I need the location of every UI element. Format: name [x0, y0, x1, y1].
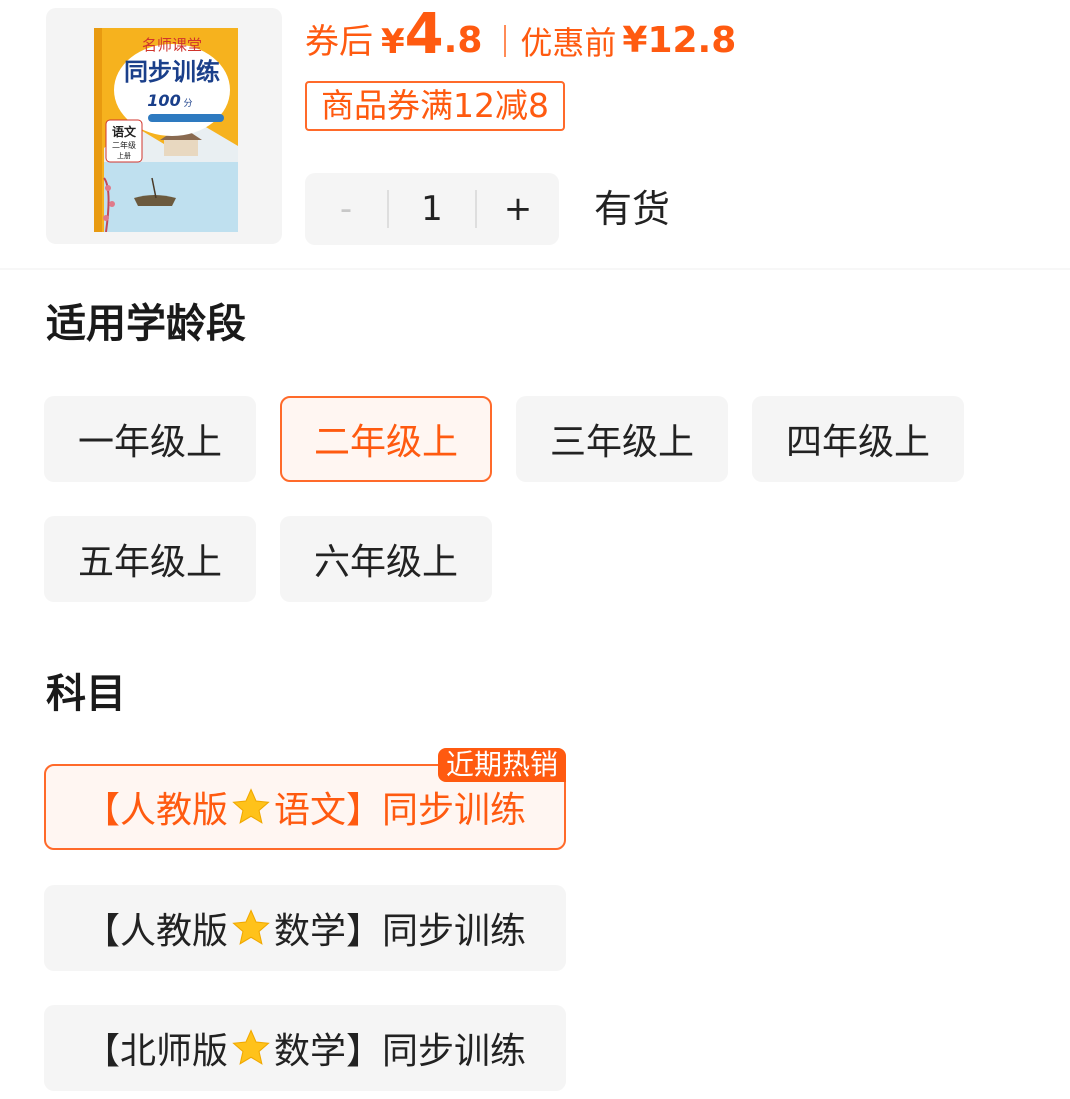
price-integer: 4	[404, 2, 444, 67]
age-option[interactable]: 六年级上	[280, 516, 492, 602]
subject-option-prefix: 【人教版	[83, 911, 228, 952]
coupon-badge[interactable]: 商品券满12减8	[305, 81, 565, 131]
subject-option[interactable]: 【北师版 数学】同步训练	[44, 1005, 566, 1091]
star-icon	[232, 1029, 270, 1065]
quantity-stepper: - 1 +	[305, 173, 559, 245]
price-divider	[504, 25, 507, 57]
original-price: ¥12.8	[622, 20, 737, 61]
product-thumbnail[interactable]: 名师课堂 同步训练 100 分 语文 二年级 上册	[46, 8, 282, 244]
book-grade-text: 二年级	[112, 140, 136, 150]
subject-option-suffix: 语文】同步训练	[274, 790, 527, 831]
subject-section-title: 科目	[46, 671, 126, 717]
book-series-text: 名师课堂	[142, 36, 202, 54]
book-score-unit: 分	[183, 98, 192, 109]
age-option[interactable]: 五年级上	[44, 516, 256, 602]
stock-status: 有货	[594, 187, 671, 231]
book-volume-text: 上册	[117, 151, 131, 160]
after-coupon-label: 券后	[305, 22, 373, 62]
subject-option-selected[interactable]: 【人教版 语文】同步训练 近期热销	[44, 748, 566, 850]
book-subject-text: 语文	[112, 124, 137, 139]
increase-button[interactable]: +	[477, 173, 559, 245]
original-price-label: 优惠前	[520, 24, 617, 62]
star-icon	[232, 788, 270, 824]
decrease-button[interactable]: -	[305, 173, 387, 245]
subject-option-suffix: 数学】同步训练	[274, 1031, 527, 1072]
subject-option-prefix: 【人教版	[83, 790, 228, 831]
age-option-selected[interactable]: 二年级上	[280, 396, 492, 482]
book-score-text: 100	[147, 91, 180, 110]
product-summary: 名师课堂 同步训练 100 分 语文 二年级 上册 券后 ¥ 4 .8 优惠前 …	[0, 0, 1070, 268]
hot-sale-tag: 近期热销	[437, 748, 566, 782]
book-cover-image: 名师课堂 同步训练 100 分 语文 二年级 上册	[94, 28, 238, 232]
section-divider	[0, 268, 1070, 270]
quantity-value[interactable]: 1	[389, 189, 475, 229]
price-row: 券后 ¥ 4 .8 优惠前 ¥12.8	[305, 0, 736, 72]
book-title-text: 同步训练	[124, 57, 220, 86]
subject-option-prefix: 【北师版	[83, 1031, 228, 1072]
subject-option-suffix: 数学】同步训练	[274, 911, 527, 952]
subject-option[interactable]: 【人教版 数学】同步训练	[44, 885, 566, 971]
price-currency: ¥	[381, 22, 405, 62]
star-icon	[232, 909, 270, 945]
age-section-title: 适用学龄段	[46, 301, 246, 347]
price-decimal: .8	[443, 20, 483, 61]
age-option[interactable]: 一年级上	[44, 396, 256, 482]
age-option[interactable]: 三年级上	[516, 396, 728, 482]
age-option[interactable]: 四年级上	[752, 396, 964, 482]
